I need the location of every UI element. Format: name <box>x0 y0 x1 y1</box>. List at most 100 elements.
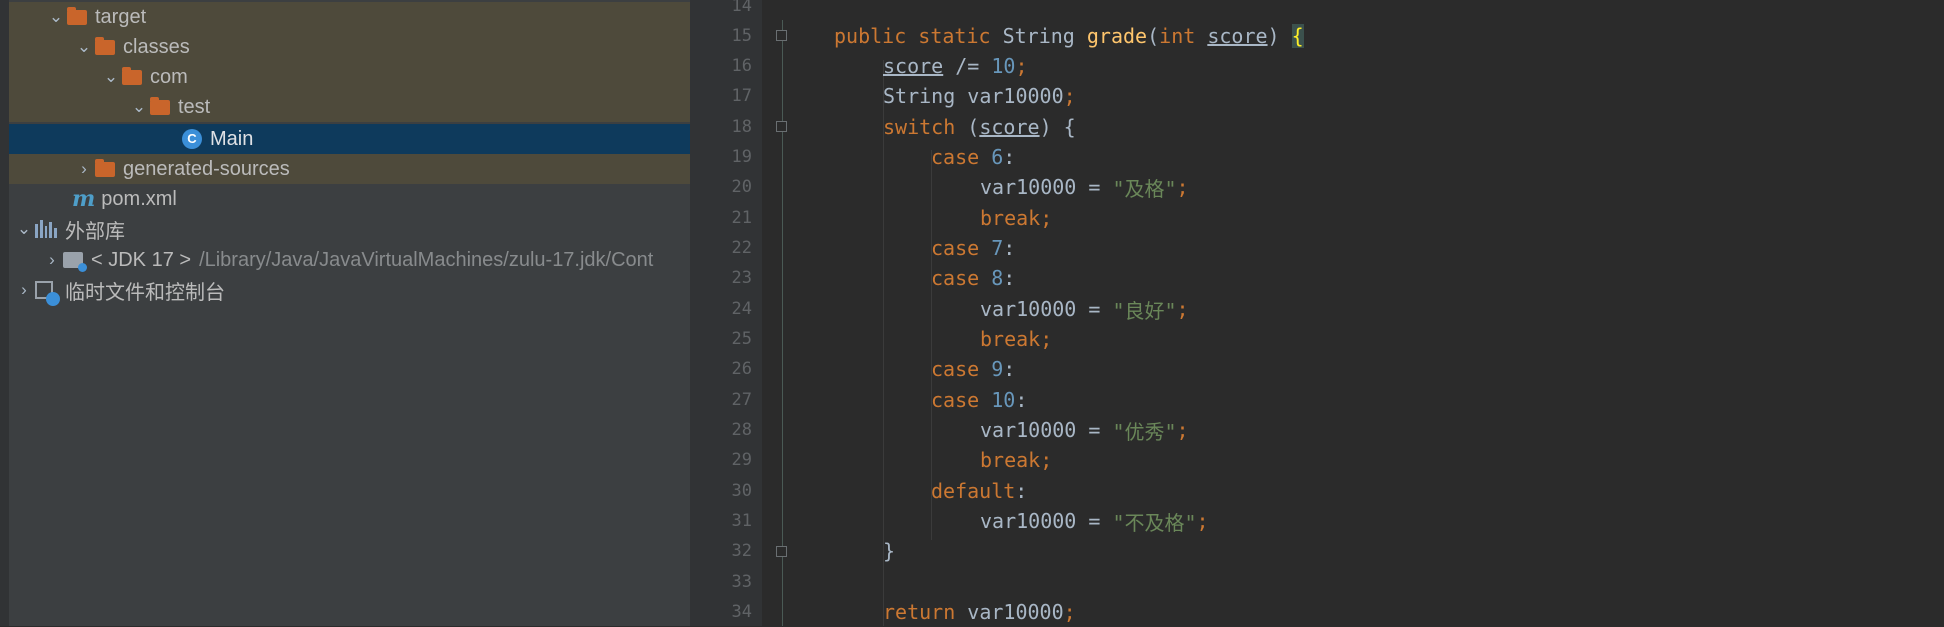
code-line-20: var10000 = "及格"; <box>980 172 1189 202</box>
fold-toggle-icon[interactable] <box>776 121 787 132</box>
line-number: 14 <box>731 0 752 16</box>
line-number: 28 <box>731 420 752 440</box>
maven-icon: m <box>72 186 96 212</box>
line-number: 20 <box>731 177 752 197</box>
code-line-25: break; <box>980 324 1052 354</box>
line-number: 22 <box>731 238 752 258</box>
parameter: score <box>1207 24 1268 48</box>
tree-item-label: pom.xml <box>101 187 177 210</box>
code-line-24: var10000 = "良好"; <box>980 294 1189 324</box>
code-line-21: break; <box>980 203 1052 233</box>
number-literal: 10 <box>991 54 1016 78</box>
code-editor[interactable]: 14 15 16 17 18 19 20 21 22 23 24 25 26 2… <box>690 0 1944 626</box>
folder-icon <box>150 96 170 115</box>
tree-item-jdk[interactable]: › < JDK 17 > /Library/Java/JavaVirtualMa… <box>9 245 690 275</box>
punctuation: : <box>1015 479 1028 503</box>
punctuation: ( <box>955 115 980 139</box>
line-number: 24 <box>731 299 752 319</box>
assignment: var10000 = <box>980 175 1113 199</box>
line-number: 19 <box>731 147 752 167</box>
code-line-15: public static String grade(int score) { <box>834 21 1304 51</box>
code-line-32: } <box>883 536 895 566</box>
operator: /= <box>943 54 992 78</box>
chevron-down-icon[interactable]: ⌄ <box>100 67 122 87</box>
line-number: 25 <box>731 329 752 349</box>
tree-item-scratches[interactable]: › 临时文件和控制台 <box>9 275 690 306</box>
project-tree-panel: ⌄ target ⌄ classes ⌄ com ⌄ test C Main ›… <box>0 0 690 626</box>
tree-item-label: < JDK 17 > <box>91 248 192 271</box>
code-line-34: return var10000; <box>883 597 1076 627</box>
folder-icon <box>122 66 142 85</box>
chevron-down-icon[interactable]: ⌄ <box>13 219 35 239</box>
code-line-23: case 8: <box>931 263 1015 293</box>
keyword: public <box>834 24 907 48</box>
tree-item-test[interactable]: ⌄ test <box>9 92 690 122</box>
chevron-down-icon[interactable]: ⌄ <box>128 97 150 117</box>
string-literal: "优秀" <box>1112 419 1177 444</box>
keyword: case <box>931 266 992 290</box>
chevron-down-icon[interactable]: ⌄ <box>73 37 95 57</box>
line-number: 26 <box>731 359 752 379</box>
punctuation: ; <box>1176 297 1189 321</box>
line-number-gutter: 14 15 16 17 18 19 20 21 22 23 24 25 26 2… <box>690 0 762 626</box>
jdk-icon <box>63 252 87 272</box>
parameter: score <box>883 54 944 78</box>
tree-item-target[interactable]: ⌄ target <box>9 2 690 32</box>
tree-item-classes[interactable]: ⌄ classes <box>9 32 690 62</box>
tree-item-generated-sources[interactable]: › generated-sources <box>9 154 690 184</box>
fold-toggle-icon[interactable] <box>776 546 787 557</box>
keyword: break; <box>980 206 1053 230</box>
tree-item-label: generated-sources <box>123 157 290 180</box>
java-class-icon: C <box>182 129 202 149</box>
punctuation: ; <box>1063 84 1076 108</box>
chevron-right-icon[interactable]: › <box>13 280 35 300</box>
code-line-19: case 6: <box>931 142 1015 172</box>
keyword: static <box>918 24 991 48</box>
keyword: int <box>1159 24 1196 48</box>
keyword: case <box>931 145 992 169</box>
fold-toggle-icon[interactable] <box>776 30 787 41</box>
tree-item-label: 外部库 <box>65 220 125 243</box>
tree-item-com[interactable]: ⌄ com <box>9 62 690 92</box>
tree-item-label: Main <box>210 127 254 150</box>
chevron-down-icon[interactable]: ⌄ <box>45 7 67 27</box>
punctuation: ; <box>1063 600 1076 624</box>
code-line-22: case 7: <box>931 233 1015 263</box>
punctuation: : <box>1015 388 1028 412</box>
number-literal: 7 <box>991 236 1004 260</box>
number-literal: 10 <box>991 388 1016 412</box>
tree-item-pom-xml[interactable]: m pom.xml <box>9 184 690 214</box>
code-line-30: default: <box>931 476 1027 506</box>
fold-guide <box>782 20 783 626</box>
keyword: break; <box>980 448 1053 472</box>
line-number: 17 <box>731 86 752 106</box>
line-number: 21 <box>731 208 752 228</box>
code-line-17: String var10000; <box>883 81 1076 111</box>
code-line-18: switch (score) { <box>883 112 1076 142</box>
line-number: 29 <box>731 450 752 470</box>
keyword: default <box>931 479 1016 503</box>
folder-icon <box>67 6 87 25</box>
string-literal: "及格" <box>1112 176 1177 201</box>
punctuation: ; <box>1176 418 1189 442</box>
keyword: switch <box>883 115 956 139</box>
line-number: 30 <box>731 481 752 501</box>
tree-item-external-libraries[interactable]: ⌄ 外部库 <box>9 214 690 244</box>
punctuation: : <box>1003 266 1016 290</box>
line-number: 18 <box>731 117 752 137</box>
tree-item-main[interactable]: C Main <box>9 124 690 154</box>
keyword: case <box>931 388 992 412</box>
line-number: 15 <box>731 26 752 46</box>
library-icon <box>35 220 57 238</box>
keyword: case <box>931 357 992 381</box>
closing-brace: } <box>883 539 896 563</box>
punctuation: ) <box>1267 24 1292 48</box>
chevron-right-icon[interactable]: › <box>41 250 63 270</box>
chevron-right-icon[interactable]: › <box>73 159 95 179</box>
identifier: var10000 <box>967 600 1064 624</box>
line-number: 32 <box>731 541 752 561</box>
code-line-26: case 9: <box>931 354 1015 384</box>
folder-icon <box>95 36 115 55</box>
number-literal: 6 <box>991 145 1004 169</box>
punctuation: : <box>1003 145 1016 169</box>
